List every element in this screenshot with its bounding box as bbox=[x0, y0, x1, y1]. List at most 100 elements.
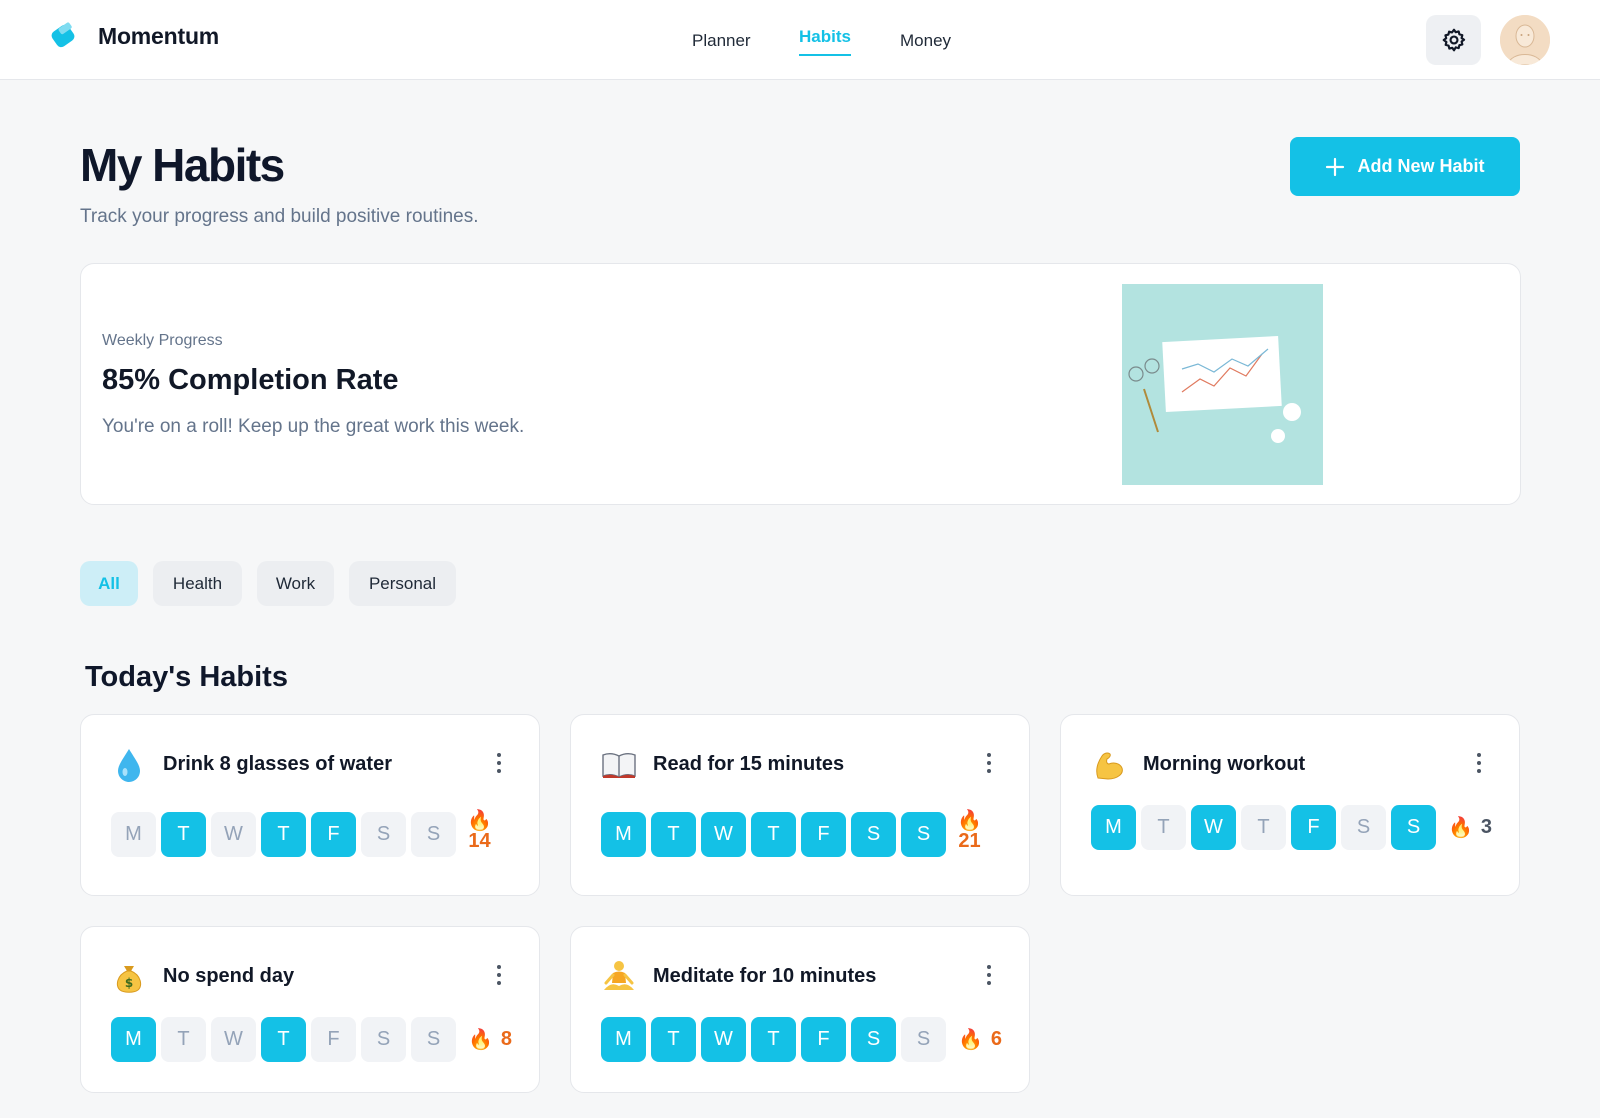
flexed-bicep-icon bbox=[1091, 747, 1127, 783]
app-name: Momentum bbox=[98, 22, 220, 49]
habit-card[interactable]: $ No spend day M T W T F S S 🔥 8 bbox=[80, 926, 540, 1093]
day-tuesday[interactable]: T bbox=[651, 1017, 696, 1062]
day-monday[interactable]: M bbox=[111, 1017, 156, 1062]
day-friday[interactable]: F bbox=[1291, 805, 1336, 850]
habit-name: Meditate for 10 minutes bbox=[653, 965, 877, 987]
section-title: Today's Habits bbox=[85, 661, 288, 693]
day-thursday[interactable]: T bbox=[261, 1017, 306, 1062]
add-new-habit-button[interactable]: Add New Habit bbox=[1290, 137, 1520, 196]
day-saturday[interactable]: S bbox=[851, 812, 896, 857]
brand[interactable]: Momentum bbox=[50, 22, 219, 50]
habit-days: M T W T F S S bbox=[111, 812, 456, 857]
more-options-icon[interactable] bbox=[489, 963, 509, 987]
day-saturday[interactable]: S bbox=[851, 1017, 896, 1062]
money-bag-icon: $ bbox=[111, 959, 147, 995]
day-tuesday[interactable]: T bbox=[651, 812, 696, 857]
filter-all[interactable]: All bbox=[80, 561, 138, 606]
fire-icon: 🔥 bbox=[1448, 817, 1473, 839]
more-options-icon[interactable] bbox=[979, 963, 999, 987]
user-avatar[interactable] bbox=[1500, 15, 1550, 65]
streak-count: 6 bbox=[990, 1028, 1003, 1050]
day-thursday[interactable]: T bbox=[261, 812, 306, 857]
habit-days: M T W T F S S bbox=[111, 1017, 456, 1062]
streak-badge: 🔥 8 bbox=[468, 1027, 512, 1052]
day-wednesday[interactable]: W bbox=[1191, 805, 1236, 850]
meditation-icon bbox=[601, 959, 637, 995]
chart-paper-illustration-icon bbox=[1122, 284, 1323, 485]
day-sunday[interactable]: S bbox=[901, 812, 946, 857]
habit-days: M T W T F S S bbox=[601, 1017, 946, 1062]
progress-title: 85% Completion Rate bbox=[102, 364, 399, 396]
streak-badge: 🔥 6 bbox=[958, 1027, 1002, 1052]
top-bar: Momentum Planner Habits Money bbox=[0, 0, 1600, 80]
day-wednesday[interactable]: W bbox=[701, 1017, 746, 1062]
more-options-icon[interactable] bbox=[979, 751, 999, 775]
habit-days: M T W T F S S bbox=[601, 812, 946, 857]
day-friday[interactable]: F bbox=[311, 812, 356, 857]
avatar-portrait-icon bbox=[1500, 15, 1550, 65]
fire-icon: 🔥 bbox=[467, 810, 492, 832]
settings-button[interactable] bbox=[1426, 15, 1481, 65]
plus-icon bbox=[1326, 157, 1345, 176]
habit-card[interactable]: Read for 15 minutes M T W T F S S 🔥 21 bbox=[570, 714, 1030, 896]
day-friday[interactable]: F bbox=[801, 812, 846, 857]
day-saturday[interactable]: S bbox=[361, 812, 406, 857]
day-tuesday[interactable]: T bbox=[1141, 805, 1186, 850]
gear-icon bbox=[1442, 28, 1465, 52]
streak-count: 8 bbox=[500, 1028, 513, 1050]
habit-card[interactable]: Meditate for 10 minutes M T W T F S S 🔥 … bbox=[570, 926, 1030, 1093]
nav-planner[interactable]: Planner bbox=[692, 31, 751, 51]
filter-personal[interactable]: Personal bbox=[349, 561, 456, 606]
day-thursday[interactable]: T bbox=[751, 1017, 796, 1062]
day-friday[interactable]: F bbox=[311, 1017, 356, 1062]
filter-health[interactable]: Health bbox=[153, 561, 242, 606]
day-sunday[interactable]: S bbox=[411, 812, 456, 857]
day-tuesday[interactable]: T bbox=[161, 812, 206, 857]
progress-description: You're on a roll! Keep up the great work… bbox=[102, 416, 525, 437]
more-options-icon[interactable] bbox=[1469, 751, 1489, 775]
habit-name: Drink 8 glasses of water bbox=[163, 753, 392, 775]
streak-count: 21 bbox=[958, 830, 981, 852]
water-drop-icon bbox=[111, 747, 147, 783]
habit-card[interactable]: Drink 8 glasses of water M T W T F S S 🔥… bbox=[80, 714, 540, 896]
habit-name: Morning workout bbox=[1143, 753, 1306, 775]
progress-illustration bbox=[1122, 284, 1323, 485]
nav-habits[interactable]: Habits bbox=[799, 27, 851, 56]
day-sunday[interactable]: S bbox=[1391, 805, 1436, 850]
svg-text:$: $ bbox=[125, 976, 133, 990]
fire-icon: 🔥 bbox=[958, 1029, 983, 1051]
streak-count: 3 bbox=[1480, 816, 1493, 838]
open-book-icon bbox=[601, 747, 637, 783]
streak-badge: 🔥 3 bbox=[1448, 815, 1492, 840]
day-monday[interactable]: M bbox=[601, 1017, 646, 1062]
day-thursday[interactable]: T bbox=[751, 812, 796, 857]
day-friday[interactable]: F bbox=[801, 1017, 846, 1062]
day-monday[interactable]: M bbox=[601, 812, 646, 857]
page-title: My Habits bbox=[80, 139, 285, 191]
day-wednesday[interactable]: W bbox=[701, 812, 746, 857]
day-sunday[interactable]: S bbox=[411, 1017, 456, 1062]
nav-money[interactable]: Money bbox=[900, 31, 951, 51]
day-wednesday[interactable]: W bbox=[211, 1017, 256, 1062]
more-options-icon[interactable] bbox=[489, 751, 509, 775]
habit-card[interactable]: Morning workout M T W T F S S 🔥 3 bbox=[1060, 714, 1520, 896]
momentum-logo-icon bbox=[51, 22, 75, 48]
day-wednesday[interactable]: W bbox=[211, 812, 256, 857]
day-monday[interactable]: M bbox=[1091, 805, 1136, 850]
day-thursday[interactable]: T bbox=[1241, 805, 1286, 850]
weekly-progress-card: Weekly Progress 85% Completion Rate You'… bbox=[80, 263, 1521, 505]
streak-badge: 🔥 14 bbox=[467, 811, 492, 851]
add-new-habit-label: Add New Habit bbox=[1357, 156, 1485, 176]
habit-name: No spend day bbox=[163, 965, 295, 987]
filter-work[interactable]: Work bbox=[257, 561, 334, 606]
streak-badge: 🔥 21 bbox=[957, 811, 982, 851]
habit-days: M T W T F S S bbox=[1091, 805, 1436, 850]
progress-label: Weekly Progress bbox=[102, 332, 223, 349]
streak-count: 14 bbox=[468, 830, 491, 852]
day-saturday[interactable]: S bbox=[361, 1017, 406, 1062]
day-sunday[interactable]: S bbox=[901, 1017, 946, 1062]
day-monday[interactable]: M bbox=[111, 812, 156, 857]
day-saturday[interactable]: S bbox=[1341, 805, 1386, 850]
day-tuesday[interactable]: T bbox=[161, 1017, 206, 1062]
habit-name: Read for 15 minutes bbox=[653, 753, 845, 775]
